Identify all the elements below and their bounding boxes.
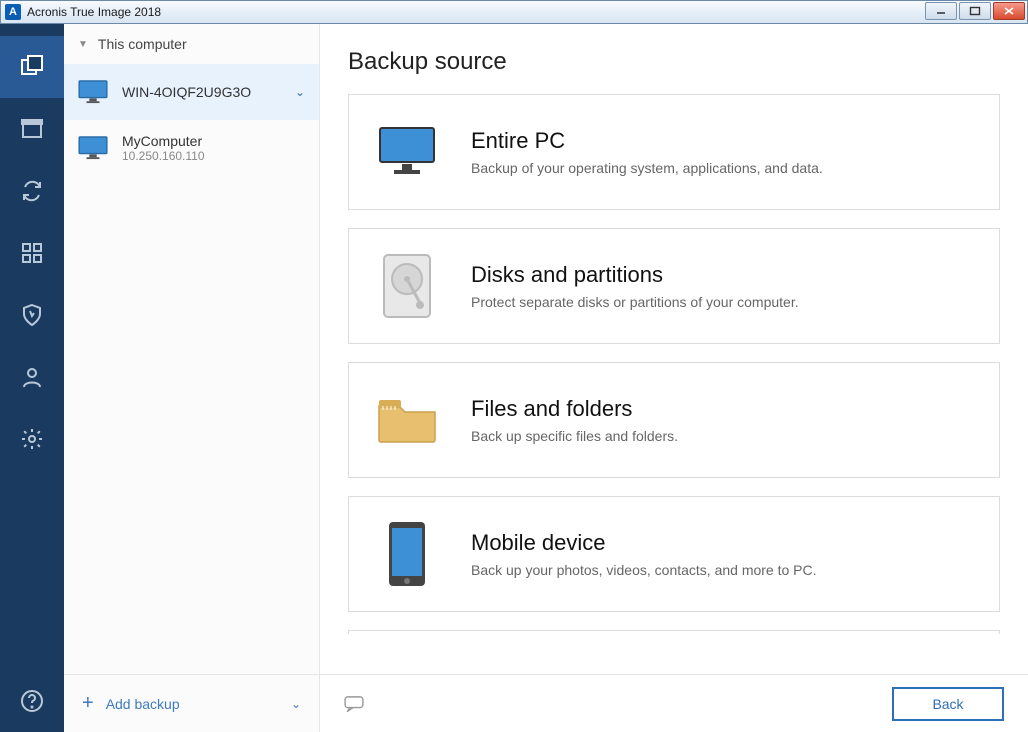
computer-name: WIN-4OIQF2U9G3O bbox=[122, 84, 281, 100]
add-backup-label: Add backup bbox=[106, 696, 180, 712]
option-files-folders[interactable]: Files and folders Back up specific files… bbox=[348, 362, 1000, 478]
nav-dashboard[interactable] bbox=[0, 222, 64, 284]
option-entire-pc[interactable]: Entire PC Backup of your operating syste… bbox=[348, 94, 1000, 210]
computer-item[interactable]: MyComputer 10.250.160.110 bbox=[64, 120, 319, 176]
computer-name: MyComputer bbox=[122, 133, 205, 149]
chat-icon[interactable] bbox=[344, 696, 364, 712]
backup-source-options: Entire PC Backup of your operating syste… bbox=[320, 94, 1028, 674]
option-title: Files and folders bbox=[471, 396, 678, 422]
option-disks-partitions[interactable]: Disks and partitions Protect separate di… bbox=[348, 228, 1000, 344]
hdd-icon bbox=[377, 251, 437, 321]
option-title: Disks and partitions bbox=[471, 262, 799, 288]
option-desc: Back up your photos, videos, contacts, a… bbox=[471, 562, 817, 578]
app-icon: A bbox=[5, 4, 21, 20]
back-button[interactable]: Back bbox=[892, 687, 1004, 721]
computer-ip: 10.250.160.110 bbox=[122, 149, 205, 163]
nav-archive[interactable] bbox=[0, 98, 64, 160]
window-title: Acronis True Image 2018 bbox=[27, 5, 925, 19]
nav-protection[interactable] bbox=[0, 284, 64, 346]
collapse-icon: ▼ bbox=[78, 39, 88, 50]
folder-icon bbox=[377, 385, 437, 455]
page-title: Backup source bbox=[320, 24, 1028, 94]
option-desc: Backup of your operating system, applica… bbox=[471, 160, 823, 176]
side-header[interactable]: ▼ This computer bbox=[64, 24, 319, 64]
main-content: Backup source Entire PC Backup of your o… bbox=[320, 24, 1028, 732]
maximize-button[interactable] bbox=[959, 2, 991, 20]
nav-backup[interactable] bbox=[0, 36, 64, 98]
add-backup-button[interactable]: + Add backup ⌄ bbox=[64, 674, 319, 732]
window-controls bbox=[925, 1, 1027, 23]
option-mobile-device[interactable]: Mobile device Back up your photos, video… bbox=[348, 496, 1000, 612]
option-desc: Protect separate disks or partitions of … bbox=[471, 294, 799, 310]
nav-account[interactable] bbox=[0, 346, 64, 408]
plus-icon: + bbox=[82, 692, 94, 715]
nav-settings[interactable] bbox=[0, 408, 64, 470]
option-title: Mobile device bbox=[471, 530, 817, 556]
nav-sync[interactable] bbox=[0, 160, 64, 222]
side-header-label: This computer bbox=[98, 36, 187, 52]
main-footer: Back bbox=[320, 674, 1028, 732]
computer-item-selected[interactable]: WIN-4OIQF2U9G3O ⌄ bbox=[64, 64, 319, 120]
window-titlebar: A Acronis True Image 2018 bbox=[0, 0, 1028, 24]
chevron-down-icon: ⌄ bbox=[291, 697, 301, 711]
close-button[interactable] bbox=[993, 2, 1025, 20]
nav-rail bbox=[0, 24, 64, 732]
monitor-icon bbox=[377, 117, 437, 187]
chevron-down-icon: ⌄ bbox=[295, 85, 305, 99]
option-desc: Back up specific files and folders. bbox=[471, 428, 678, 444]
minimize-button[interactable] bbox=[925, 2, 957, 20]
back-button-label: Back bbox=[932, 696, 963, 712]
phone-icon bbox=[377, 519, 437, 589]
side-panel: ▼ This computer WIN-4OIQF2U9G3O ⌄ MyComp… bbox=[64, 24, 320, 732]
nav-help[interactable] bbox=[0, 670, 64, 732]
option-partial-next bbox=[348, 630, 1000, 634]
monitor-icon bbox=[78, 80, 108, 104]
monitor-icon bbox=[78, 136, 108, 160]
option-title: Entire PC bbox=[471, 128, 823, 154]
